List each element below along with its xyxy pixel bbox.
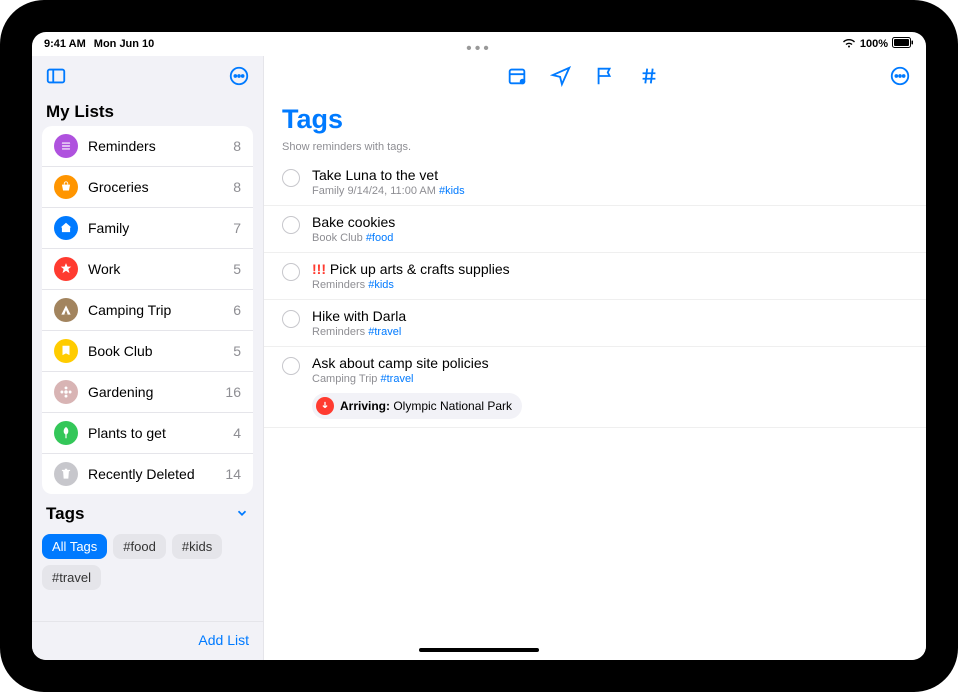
complete-toggle[interactable] [282,263,300,281]
reminder-row[interactable]: Bake cookies Book Club #food [264,206,926,253]
list-icon [54,175,78,199]
list-icon [54,380,78,404]
reminder-meta: Reminders #kids [312,279,908,291]
reminder-title: Take Luna to the vet [312,167,908,183]
page-title: Tags [264,96,926,137]
reminder-meta: Family 9/14/24, 11:00 AM #kids [312,185,908,197]
content-pane: Tags Show reminders with tags. Take Luna… [264,56,926,660]
battery-icon [892,37,914,51]
my-lists-title: My Lists [32,96,263,126]
list-count: 6 [233,302,241,318]
location-icon[interactable] [549,64,573,88]
reminder-title: Hike with Darla [312,308,908,324]
sidebar-list-item[interactable]: Work 5 [42,249,253,290]
tag-chip[interactable]: All Tags [42,534,107,559]
location-label: Arriving: Olympic National Park [340,399,512,413]
sidebar-list-item[interactable]: Plants to get 4 [42,413,253,454]
reminder-title: Bake cookies [312,214,908,230]
sidebar-toggle-button[interactable] [44,64,68,88]
list-count: 8 [233,179,241,195]
status-date: Mon Jun 10 [94,38,155,50]
list-icon [54,339,78,363]
reminder-row[interactable]: Take Luna to the vet Family 9/14/24, 11:… [264,159,926,206]
tag-chip[interactable]: #kids [172,534,222,559]
sidebar-list-item[interactable]: Family 7 [42,208,253,249]
location-pill[interactable]: Arriving: Olympic National Park [312,393,522,419]
calendar-icon[interactable] [505,64,529,88]
reminder-title: !!! Pick up arts & crafts supplies [312,261,908,277]
home-indicator[interactable] [419,648,539,652]
flag-icon[interactable] [593,64,617,88]
list-label: Work [88,261,223,277]
sidebar-list-item[interactable]: Reminders 8 [42,126,253,167]
list-label: Recently Deleted [88,466,215,482]
list-label: Book Club [88,343,223,359]
reminder-meta: Book Club #food [312,232,908,244]
lists-group: Reminders 8 Groceries 8 Family 7 Work 5 … [42,126,253,494]
hashtag-icon[interactable] [637,64,661,88]
list-label: Reminders [88,138,223,154]
chevron-down-icon[interactable] [235,506,249,523]
complete-toggle[interactable] [282,357,300,375]
list-count: 16 [225,384,241,400]
complete-toggle[interactable] [282,310,300,328]
list-label: Family [88,220,223,236]
list-count: 5 [233,343,241,359]
list-count: 5 [233,261,241,277]
complete-toggle[interactable] [282,169,300,187]
add-list-button[interactable]: Add List [198,632,249,648]
list-count: 7 [233,220,241,236]
status-time: 9:41 AM [44,38,86,50]
sidebar-list-item[interactable]: Camping Trip 6 [42,290,253,331]
reminder-meta: Reminders #travel [312,326,908,338]
reminder-row[interactable]: !!! Pick up arts & crafts supplies Remin… [264,253,926,300]
list-count: 14 [225,466,241,482]
list-count: 8 [233,138,241,154]
sidebar-list-item[interactable]: Groceries 8 [42,167,253,208]
reminder-row[interactable]: Ask about camp site policies Camping Tri… [264,347,926,428]
list-icon [54,298,78,322]
reminder-row[interactable]: Hike with Darla Reminders #travel [264,300,926,347]
tag-chip[interactable]: #travel [42,565,101,590]
wifi-icon [842,38,856,51]
list-label: Plants to get [88,425,223,441]
list-icon [54,134,78,158]
page-subtitle: Show reminders with tags. [264,137,926,159]
sidebar-list-item[interactable]: Recently Deleted 14 [42,454,253,494]
content-more-button[interactable] [888,64,912,88]
tags-chips: All Tags#food#kids #travel [32,528,263,596]
sidebar-list-item[interactable]: Gardening 16 [42,372,253,413]
complete-toggle[interactable] [282,216,300,234]
more-button[interactable] [227,64,251,88]
multitask-dots-icon[interactable]: ••• [466,40,492,58]
list-icon [54,421,78,445]
list-icon [54,462,78,486]
battery-percent: 100% [860,38,888,50]
reminders-list: Take Luna to the vet Family 9/14/24, 11:… [264,159,926,428]
location-arrive-icon [316,397,334,415]
tags-section-title: Tags [46,504,84,524]
sidebar-list-item[interactable]: Book Club 5 [42,331,253,372]
list-icon [54,257,78,281]
reminder-meta: Camping Trip #travel [312,373,908,385]
list-count: 4 [233,425,241,441]
list-label: Groceries [88,179,223,195]
reminder-title: Ask about camp site policies [312,355,908,371]
tag-chip[interactable]: #food [113,534,166,559]
sidebar: My Lists Reminders 8 Groceries 8 Family … [32,56,264,660]
list-label: Gardening [88,384,215,400]
list-label: Camping Trip [88,302,223,318]
list-icon [54,216,78,240]
